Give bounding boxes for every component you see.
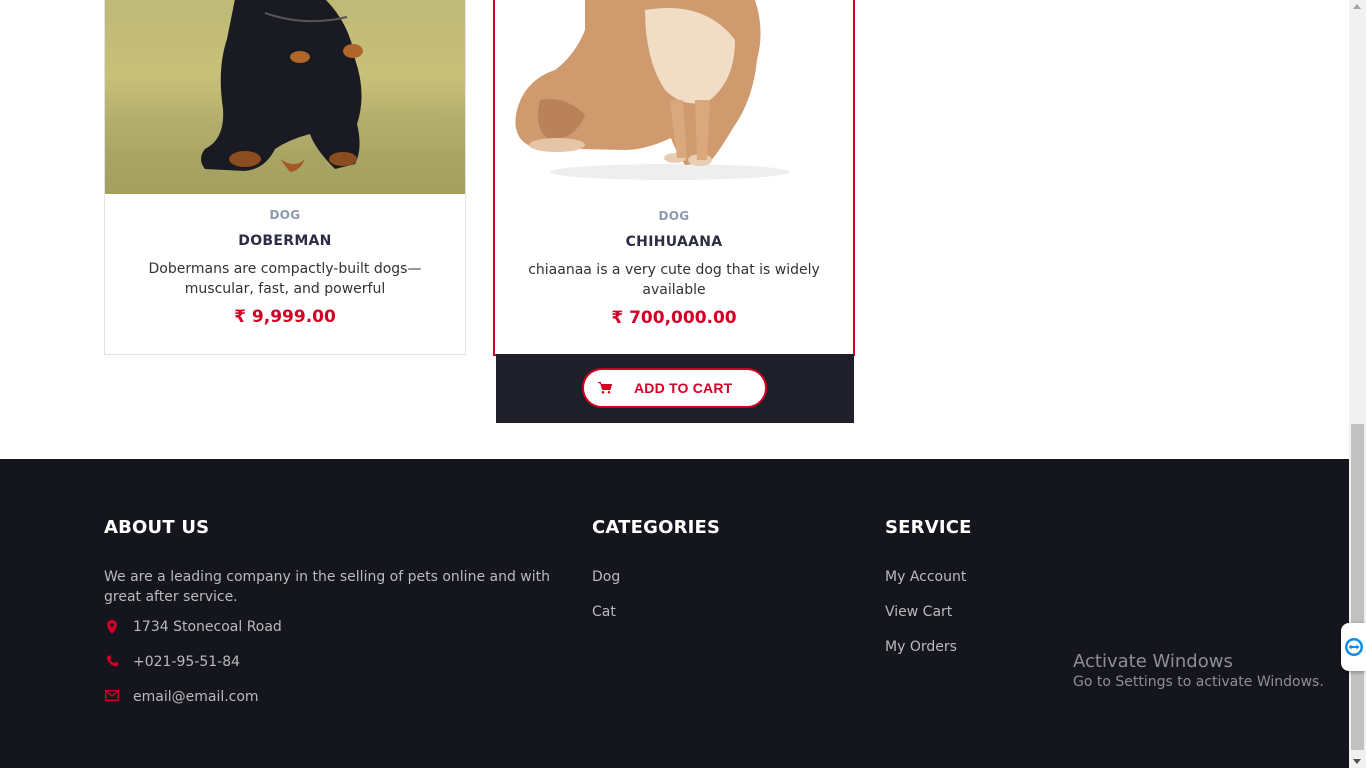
contact-phone-text: +021-95-51-84: [133, 654, 241, 670]
map-marker-icon: [104, 620, 120, 634]
footer-about-title: ABOUT US: [104, 517, 210, 538]
product-card[interactable]: DOG CHIHUAANA chiaanaa is a very cute do…: [493, 0, 855, 356]
product-card[interactable]: DOG DOBERMAN Dobermans are compactly-bui…: [104, 0, 466, 355]
footer-categories-title: CATEGORIES: [592, 517, 721, 538]
product-image[interactable]: [495, 0, 853, 195]
footer-link-view-cart[interactable]: View Cart: [885, 604, 952, 620]
product-category: DOG: [269, 208, 301, 222]
add-to-cart-bar: ADD TO CART: [496, 354, 854, 423]
footer-link-my-account[interactable]: My Account: [885, 569, 966, 585]
footer: ABOUT US We are a leading company in the…: [0, 459, 1349, 768]
product-name[interactable]: CHIHUAANA: [495, 234, 853, 250]
scroll-up-arrow-icon[interactable]: [1353, 4, 1361, 9]
product-price: ₹ 9,999.00: [234, 307, 336, 327]
page: DOG DOBERMAN Dobermans are compactly-bui…: [0, 0, 1349, 768]
add-to-cart-label: ADD TO CART: [634, 380, 733, 396]
shopping-cart-icon: [598, 382, 612, 394]
scrollbar-thumb[interactable]: [1351, 424, 1364, 750]
chihuahua-illustration: [515, 0, 790, 180]
envelope-icon: [104, 690, 120, 704]
contact-address[interactable]: 1734 Stonecoal Road: [104, 619, 282, 635]
footer-link-cat[interactable]: Cat: [592, 604, 616, 620]
product-name[interactable]: DOBERMAN: [105, 233, 465, 249]
footer-link-dog[interactable]: Dog: [592, 569, 620, 585]
product-body: DOG DOBERMAN Dobermans are compactly-bui…: [105, 194, 465, 327]
product-image[interactable]: [105, 0, 465, 194]
doberman-illustration: [105, 0, 465, 194]
product-category: DOG: [658, 209, 690, 223]
teamviewer-tab[interactable]: [1341, 623, 1366, 671]
footer-about-text: We are a leading company in the selling …: [104, 569, 550, 605]
contact-phone[interactable]: +021-95-51-84: [104, 654, 240, 670]
phone-icon: [104, 655, 120, 669]
footer-link-my-orders[interactable]: My Orders: [885, 639, 957, 655]
contact-email[interactable]: email@email.com: [104, 689, 259, 705]
footer-service-title: SERVICE: [885, 517, 972, 538]
scroll-down-arrow-icon[interactable]: [1353, 759, 1361, 764]
teamviewer-icon: [1344, 638, 1363, 656]
product-body: DOG CHIHUAANA chiaanaa is a very cute do…: [495, 195, 853, 328]
product-description: Dobermans are compactly-built dogs—muscu…: [148, 261, 422, 297]
add-to-cart-button[interactable]: ADD TO CART: [582, 368, 767, 408]
product-description: chiaanaa is a very cute dog that is wide…: [528, 262, 820, 298]
product-price: ₹ 700,000.00: [611, 308, 737, 328]
contact-email-text: email@email.com: [133, 689, 259, 705]
contact-address-text: 1734 Stonecoal Road: [133, 619, 282, 635]
